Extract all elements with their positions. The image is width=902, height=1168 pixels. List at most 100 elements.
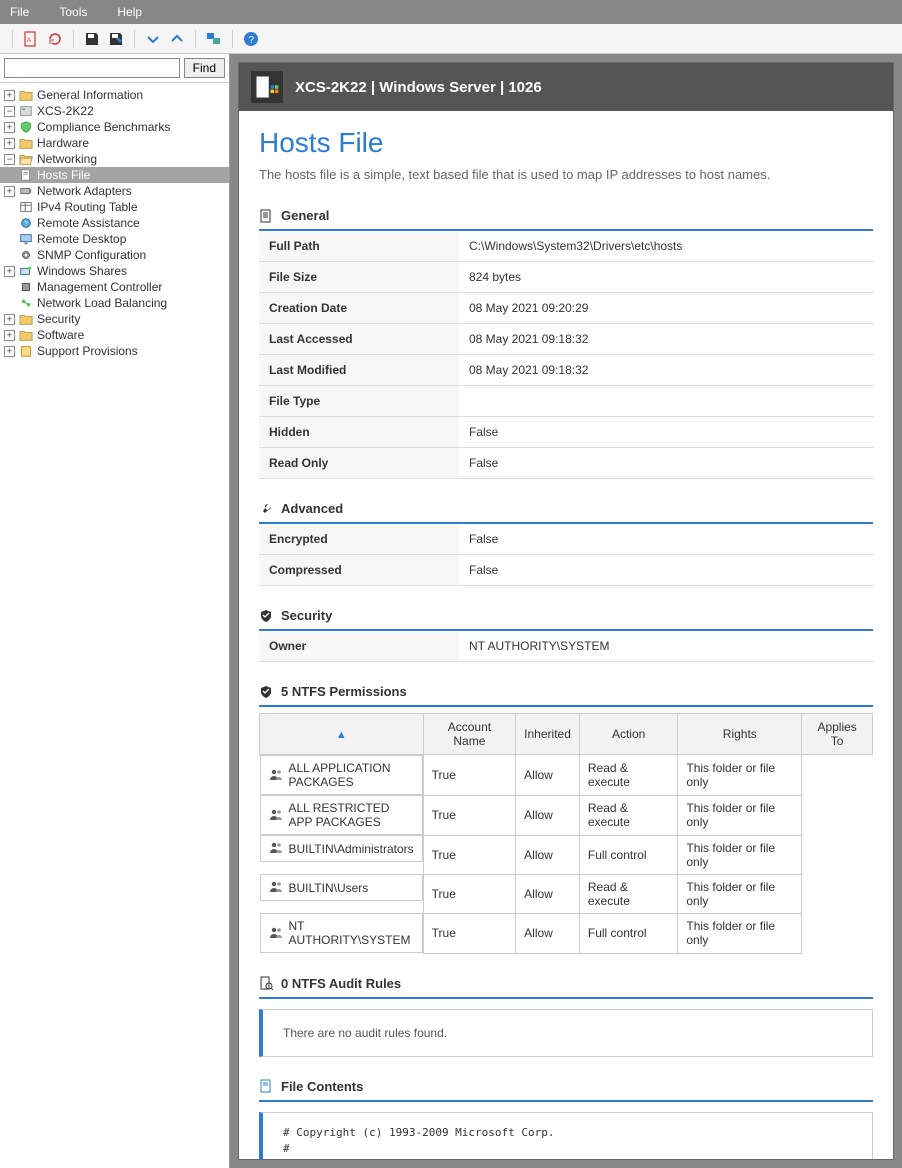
menu-help[interactable]: Help	[117, 5, 142, 19]
tree-item-snmp[interactable]: SNMP Configuration	[0, 247, 229, 263]
table-row[interactable]: BUILTIN\AdministratorsTrueAllowFull cont…	[260, 835, 873, 874]
col-applies[interactable]: Applies To	[802, 714, 873, 755]
kv-key: Last Modified	[259, 355, 459, 386]
tree-label: XCS-2K22	[37, 104, 94, 118]
tree-item-network-adapters[interactable]: + Network Adapters	[0, 183, 229, 199]
adapter-icon	[18, 184, 34, 198]
save-icon[interactable]	[84, 31, 100, 47]
cell-inherited: True	[423, 835, 516, 874]
tree-item-compliance[interactable]: + Compliance Benchmarks	[0, 119, 229, 135]
content-header: XCS-2K22 | Windows Server | 1026	[239, 63, 893, 111]
menu-file[interactable]: File	[10, 5, 29, 19]
expand-icon[interactable]	[145, 31, 161, 47]
tree-label: Windows Shares	[37, 264, 127, 278]
sidebar: Find + General Information − XCS-2K22	[0, 54, 230, 1168]
tree-label: Network Adapters	[37, 184, 132, 198]
tree-label: Remote Desktop	[37, 232, 126, 246]
kv-row: Full PathC:\Windows\System32\Drivers\etc…	[259, 231, 873, 262]
tree-item-general-info[interactable]: + General Information	[0, 87, 229, 103]
section-ntfs-permissions: 5 NTFS Permissions	[259, 678, 873, 707]
pdf-icon[interactable]: A	[23, 31, 39, 47]
shield-check-icon	[18, 120, 34, 134]
refresh-icon[interactable]	[47, 31, 63, 47]
expand-icon[interactable]: +	[4, 330, 15, 341]
svg-text:?: ?	[249, 35, 255, 46]
expand-icon[interactable]: +	[4, 138, 15, 149]
table-row[interactable]: BUILTIN\UsersTrueAllowRead & executeThis…	[260, 874, 873, 913]
help-icon[interactable]: ?	[243, 31, 259, 47]
tree-item-mgmt-controller[interactable]: Management Controller	[0, 279, 229, 295]
user-group-icon	[269, 926, 283, 941]
tree-label: IPv4 Routing Table	[37, 200, 138, 214]
tree-item-host[interactable]: − XCS-2K22	[0, 103, 229, 119]
kv-key: Hidden	[259, 417, 459, 448]
window-icon[interactable]	[206, 31, 222, 47]
cell-inherited: True	[423, 874, 516, 913]
find-button[interactable]: Find	[184, 58, 225, 78]
expand-icon[interactable]: +	[4, 186, 15, 197]
col-rights[interactable]: Rights	[678, 714, 802, 755]
cell-inherited: True	[423, 913, 516, 953]
content-scroll[interactable]: XCS-2K22 | Windows Server | 1026 Hosts F…	[238, 62, 894, 1160]
tree-label: Compliance Benchmarks	[37, 120, 170, 134]
expand-icon[interactable]: +	[4, 346, 15, 357]
col-inherited[interactable]: Inherited	[516, 714, 580, 755]
cell-applies: This folder or file only	[678, 874, 802, 913]
expand-icon[interactable]: +	[4, 314, 15, 325]
cell-action: Allow	[516, 755, 580, 796]
collapse-icon[interactable]: −	[4, 106, 15, 117]
tree-label: Management Controller	[37, 280, 162, 294]
tree-item-windows-shares[interactable]: + Windows Shares	[0, 263, 229, 279]
section-ntfs-audit: 0 NTFS Audit Rules	[259, 970, 873, 999]
server-logo-icon	[251, 71, 283, 103]
tree-item-hosts-file[interactable]: Hosts File	[0, 167, 229, 183]
tree-item-ipv4-routing[interactable]: IPv4 Routing Table	[0, 199, 229, 215]
expand-icon[interactable]: +	[4, 266, 15, 277]
collapse-icon[interactable]: −	[4, 154, 15, 165]
tree-item-support[interactable]: +Support Provisions	[0, 343, 229, 359]
folder-open-icon	[18, 152, 34, 166]
tree-label: Network Load Balancing	[37, 296, 167, 310]
kv-key: File Size	[259, 262, 459, 293]
tree-item-remote-assistance[interactable]: ?Remote Assistance	[0, 215, 229, 231]
kv-row: Creation Date08 May 2021 09:20:29	[259, 293, 873, 324]
expand-icon[interactable]: +	[4, 90, 15, 101]
kv-value: 08 May 2021 09:20:29	[459, 293, 873, 324]
tree-item-software[interactable]: + Software	[0, 327, 229, 343]
section-label: File Contents	[281, 1079, 363, 1094]
document-icon	[18, 168, 34, 182]
tree-item-nlb[interactable]: Network Load Balancing	[0, 295, 229, 311]
tree-item-hardware[interactable]: +Hardware	[0, 135, 229, 151]
user-group-icon	[269, 768, 283, 783]
expand-icon[interactable]: +	[4, 122, 15, 133]
user-group-icon	[269, 841, 283, 856]
cell-account: BUILTIN\Users	[260, 874, 423, 901]
folder-icon	[18, 328, 34, 342]
cell-rights: Full control	[579, 913, 678, 953]
menu-tools[interactable]: Tools	[59, 5, 87, 19]
tree-label: Software	[37, 328, 84, 342]
col-account[interactable]: Account Name	[423, 714, 516, 755]
monitor-icon	[18, 232, 34, 246]
page-title: Hosts File	[259, 127, 873, 159]
tree-item-networking[interactable]: −Networking	[0, 151, 229, 167]
security-table: OwnerNT AUTHORITY\SYSTEM	[259, 631, 873, 662]
edit-icon[interactable]	[108, 31, 124, 47]
kv-value: False	[459, 524, 873, 555]
sort-header[interactable]: ▲	[260, 714, 424, 755]
table-row[interactable]: ALL APPLICATION PACKAGESTrueAllowRead & …	[260, 755, 873, 796]
table-row[interactable]: NT AUTHORITY\SYSTEMTrueAllowFull control…	[260, 913, 873, 953]
kv-key: File Type	[259, 386, 459, 417]
tree-item-remote-desktop[interactable]: Remote Desktop	[0, 231, 229, 247]
kv-value: C:\Windows\System32\Drivers\etc\hosts	[459, 231, 873, 262]
search-input[interactable]	[4, 58, 180, 78]
general-table: Full PathC:\Windows\System32\Drivers\etc…	[259, 231, 873, 479]
cell-inherited: True	[423, 795, 516, 835]
table-row[interactable]: ALL RESTRICTED APP PACKAGESTrueAllowRead…	[260, 795, 873, 835]
tree-label: Hosts File	[37, 168, 90, 182]
tree-item-security[interactable]: +Security	[0, 311, 229, 327]
tree-label: SNMP Configuration	[37, 248, 146, 262]
collapse-icon[interactable]	[169, 31, 185, 47]
kv-value: NT AUTHORITY\SYSTEM	[459, 631, 873, 662]
col-action[interactable]: Action	[579, 714, 678, 755]
